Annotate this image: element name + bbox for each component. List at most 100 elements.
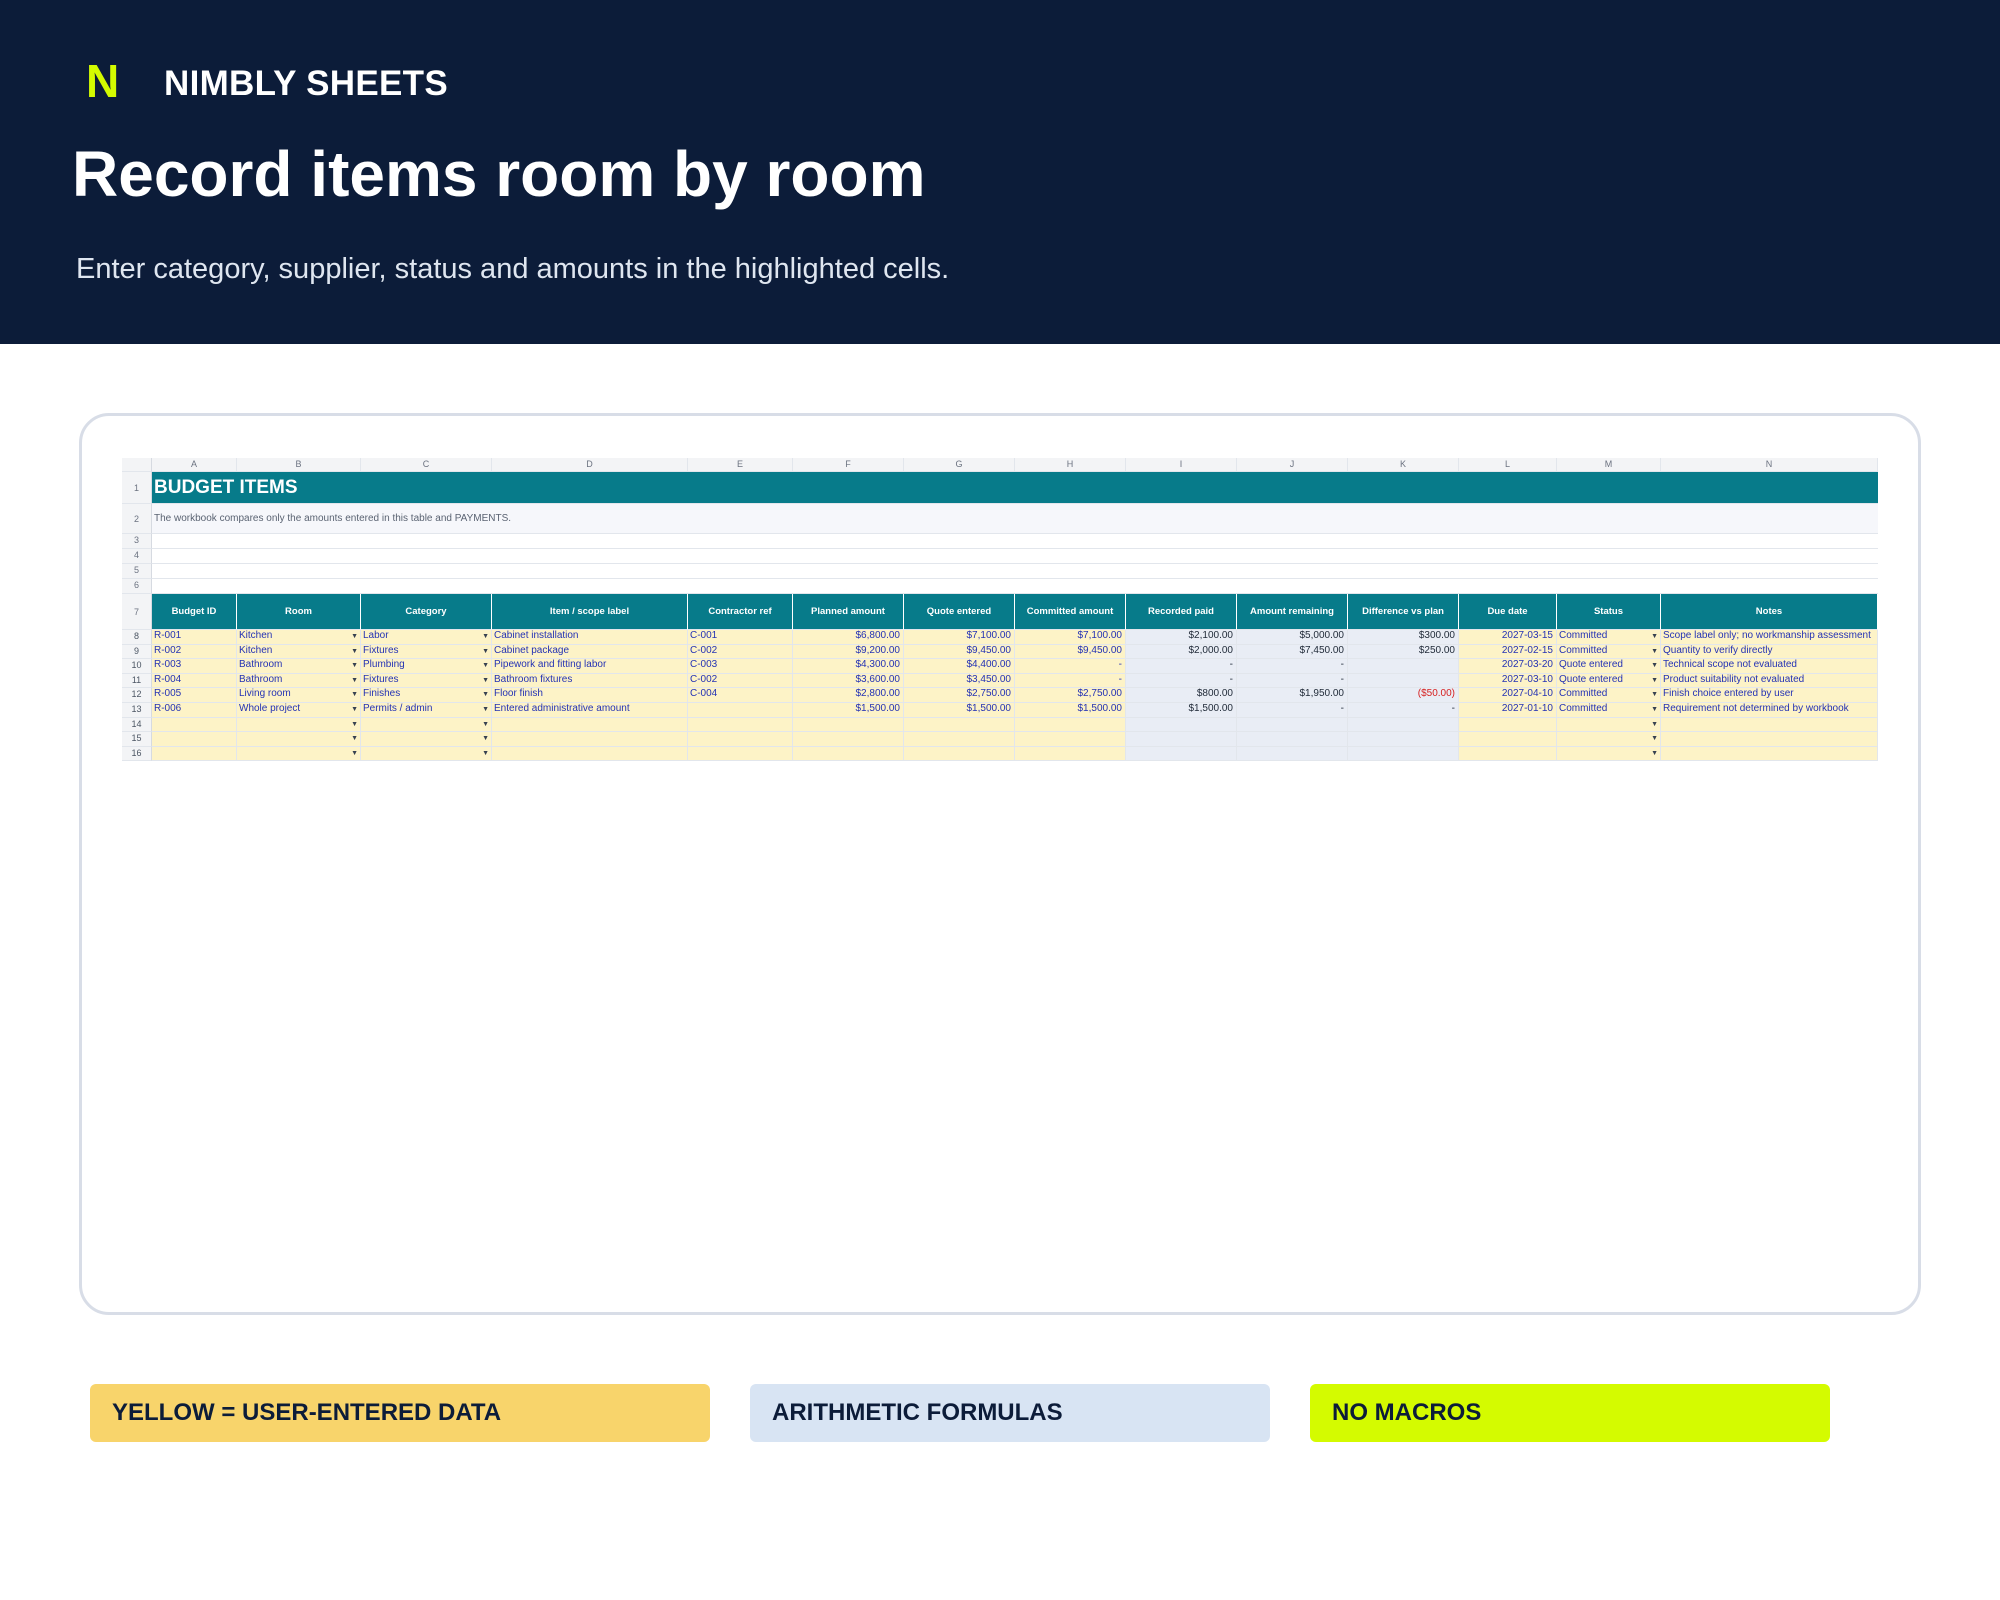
cell-notes[interactable]: Finish choice entered by user [1661, 688, 1878, 703]
cell-room[interactable]: Whole project ▼ [237, 702, 361, 718]
cell-amount-remaining[interactable] [1237, 717, 1348, 733]
cell-budget-id[interactable]: R-004 [152, 673, 237, 689]
row-number[interactable]: 6 [122, 579, 152, 594]
header-status[interactable]: Status [1557, 594, 1661, 630]
cell-item-scope[interactable]: Cabinet installation [492, 630, 688, 645]
cell-status[interactable]: ▼ [1557, 746, 1661, 762]
cell-budget-id[interactable] [152, 732, 237, 747]
dropdown-arrow-icon[interactable]: ▼ [482, 719, 489, 730]
cell-planned-amount[interactable] [793, 746, 904, 762]
cell-planned-amount[interactable]: $1,500.00 [793, 702, 904, 718]
cell-category[interactable]: Labor ▼ [361, 630, 492, 645]
row-number[interactable]: 8 [122, 630, 152, 645]
cell-quote-entered[interactable] [904, 746, 1015, 762]
cell-due-date[interactable] [1459, 746, 1557, 762]
cell-item-scope[interactable]: Bathroom fixtures [492, 673, 688, 689]
cell-item-scope[interactable]: Entered administrative amount [492, 702, 688, 718]
cell-budget-id[interactable]: R-001 [152, 630, 237, 645]
cell-status[interactable]: Quote entered ▼ [1557, 659, 1661, 674]
cell-status[interactable]: Committed ▼ [1557, 702, 1661, 718]
cell-budget-id[interactable] [152, 746, 237, 762]
column-letter-i[interactable]: I [1126, 458, 1237, 472]
cell-recorded-paid[interactable] [1126, 732, 1237, 747]
dropdown-arrow-icon[interactable]: ▼ [1651, 689, 1658, 700]
cell-room[interactable]: Kitchen ▼ [237, 644, 361, 660]
cell-quote-entered[interactable]: $9,450.00 [904, 644, 1015, 660]
cell-committed-amount[interactable]: $1,500.00 [1015, 702, 1126, 718]
cell-quote-entered[interactable]: $7,100.00 [904, 630, 1015, 645]
cell-committed-amount[interactable]: - [1015, 659, 1126, 674]
dropdown-arrow-icon[interactable]: ▼ [351, 719, 358, 730]
column-letter-l[interactable]: L [1459, 458, 1557, 472]
cell-recorded-paid[interactable]: $1,500.00 [1126, 702, 1237, 718]
dropdown-arrow-icon[interactable]: ▼ [351, 646, 358, 657]
corner-cell[interactable] [122, 458, 152, 472]
row-number[interactable]: 16 [122, 746, 152, 762]
cell-item-scope[interactable] [492, 746, 688, 762]
cell-due-date[interactable]: 2027-02-15 [1459, 644, 1557, 660]
row-number[interactable]: 4 [122, 549, 152, 564]
dropdown-arrow-icon[interactable]: ▼ [1651, 719, 1658, 730]
header-planned-amount[interactable]: Planned amount [793, 594, 904, 630]
column-letter-n[interactable]: N [1661, 458, 1878, 472]
cell-notes[interactable] [1661, 717, 1878, 733]
cell-item-scope[interactable]: Pipework and fitting labor [492, 659, 688, 674]
cell-quote-entered[interactable] [904, 732, 1015, 747]
dropdown-arrow-icon[interactable]: ▼ [482, 733, 489, 744]
dropdown-arrow-icon[interactable]: ▼ [482, 689, 489, 700]
cell-due-date[interactable] [1459, 732, 1557, 747]
dropdown-arrow-icon[interactable]: ▼ [1651, 704, 1658, 715]
header-budget-id[interactable]: Budget ID [152, 594, 237, 630]
cell-budget-id[interactable]: R-003 [152, 659, 237, 674]
cell-planned-amount[interactable]: $2,800.00 [793, 688, 904, 703]
cell-due-date[interactable]: 2027-03-20 [1459, 659, 1557, 674]
column-letter-g[interactable]: G [904, 458, 1015, 472]
cell-notes[interactable]: Scope label only; no workmanship assessm… [1661, 630, 1878, 645]
cell-difference-vs-plan[interactable]: ($50.00) [1348, 688, 1459, 703]
empty-cell[interactable] [152, 534, 1878, 549]
cell-amount-remaining[interactable] [1237, 746, 1348, 762]
cell-category[interactable]: Fixtures ▼ [361, 644, 492, 660]
cell-category[interactable]: ▼ [361, 717, 492, 733]
cell-category[interactable]: Finishes ▼ [361, 688, 492, 703]
cell-recorded-paid[interactable]: - [1126, 673, 1237, 689]
cell-notes[interactable]: Requirement not determined by workbook [1661, 702, 1878, 718]
column-letter-h[interactable]: H [1015, 458, 1126, 472]
cell-amount-remaining[interactable]: - [1237, 673, 1348, 689]
dropdown-arrow-icon[interactable]: ▼ [1651, 748, 1658, 759]
cell-category[interactable]: Permits / admin ▼ [361, 702, 492, 718]
dropdown-arrow-icon[interactable]: ▼ [1651, 675, 1658, 686]
row-number[interactable]: 12 [122, 688, 152, 703]
cell-room[interactable]: Bathroom ▼ [237, 673, 361, 689]
column-letter-e[interactable]: E [688, 458, 793, 472]
cell-difference-vs-plan[interactable]: $300.00 [1348, 630, 1459, 645]
column-letter-d[interactable]: D [492, 458, 688, 472]
header-contractor-ref[interactable]: Contractor ref [688, 594, 793, 630]
dropdown-arrow-icon[interactable]: ▼ [1651, 733, 1658, 744]
column-letter-m[interactable]: M [1557, 458, 1661, 472]
dropdown-arrow-icon[interactable]: ▼ [482, 631, 489, 642]
header-due-date[interactable]: Due date [1459, 594, 1557, 630]
cell-budget-id[interactable]: R-002 [152, 644, 237, 660]
dropdown-arrow-icon[interactable]: ▼ [351, 675, 358, 686]
row-number[interactable]: 15 [122, 732, 152, 747]
row-number[interactable]: 3 [122, 534, 152, 549]
row-number[interactable]: 13 [122, 702, 152, 718]
cell-notes[interactable] [1661, 746, 1878, 762]
cell-room[interactable]: ▼ [237, 746, 361, 762]
cell-committed-amount[interactable] [1015, 746, 1126, 762]
cell-item-scope[interactable] [492, 732, 688, 747]
header-room[interactable]: Room [237, 594, 361, 630]
cell-item-scope[interactable] [492, 717, 688, 733]
column-letter-f[interactable]: F [793, 458, 904, 472]
row-number[interactable]: 7 [122, 594, 152, 630]
dropdown-arrow-icon[interactable]: ▼ [1651, 631, 1658, 642]
cell-contractor-ref[interactable] [688, 717, 793, 733]
cell-category[interactable]: ▼ [361, 732, 492, 747]
column-letter-j[interactable]: J [1237, 458, 1348, 472]
cell-difference-vs-plan[interactable]: - [1348, 702, 1459, 718]
row-number[interactable]: 1 [122, 472, 152, 504]
cell-recorded-paid[interactable] [1126, 717, 1237, 733]
cell-room[interactable]: ▼ [237, 732, 361, 747]
cell-planned-amount[interactable]: $6,800.00 [793, 630, 904, 645]
